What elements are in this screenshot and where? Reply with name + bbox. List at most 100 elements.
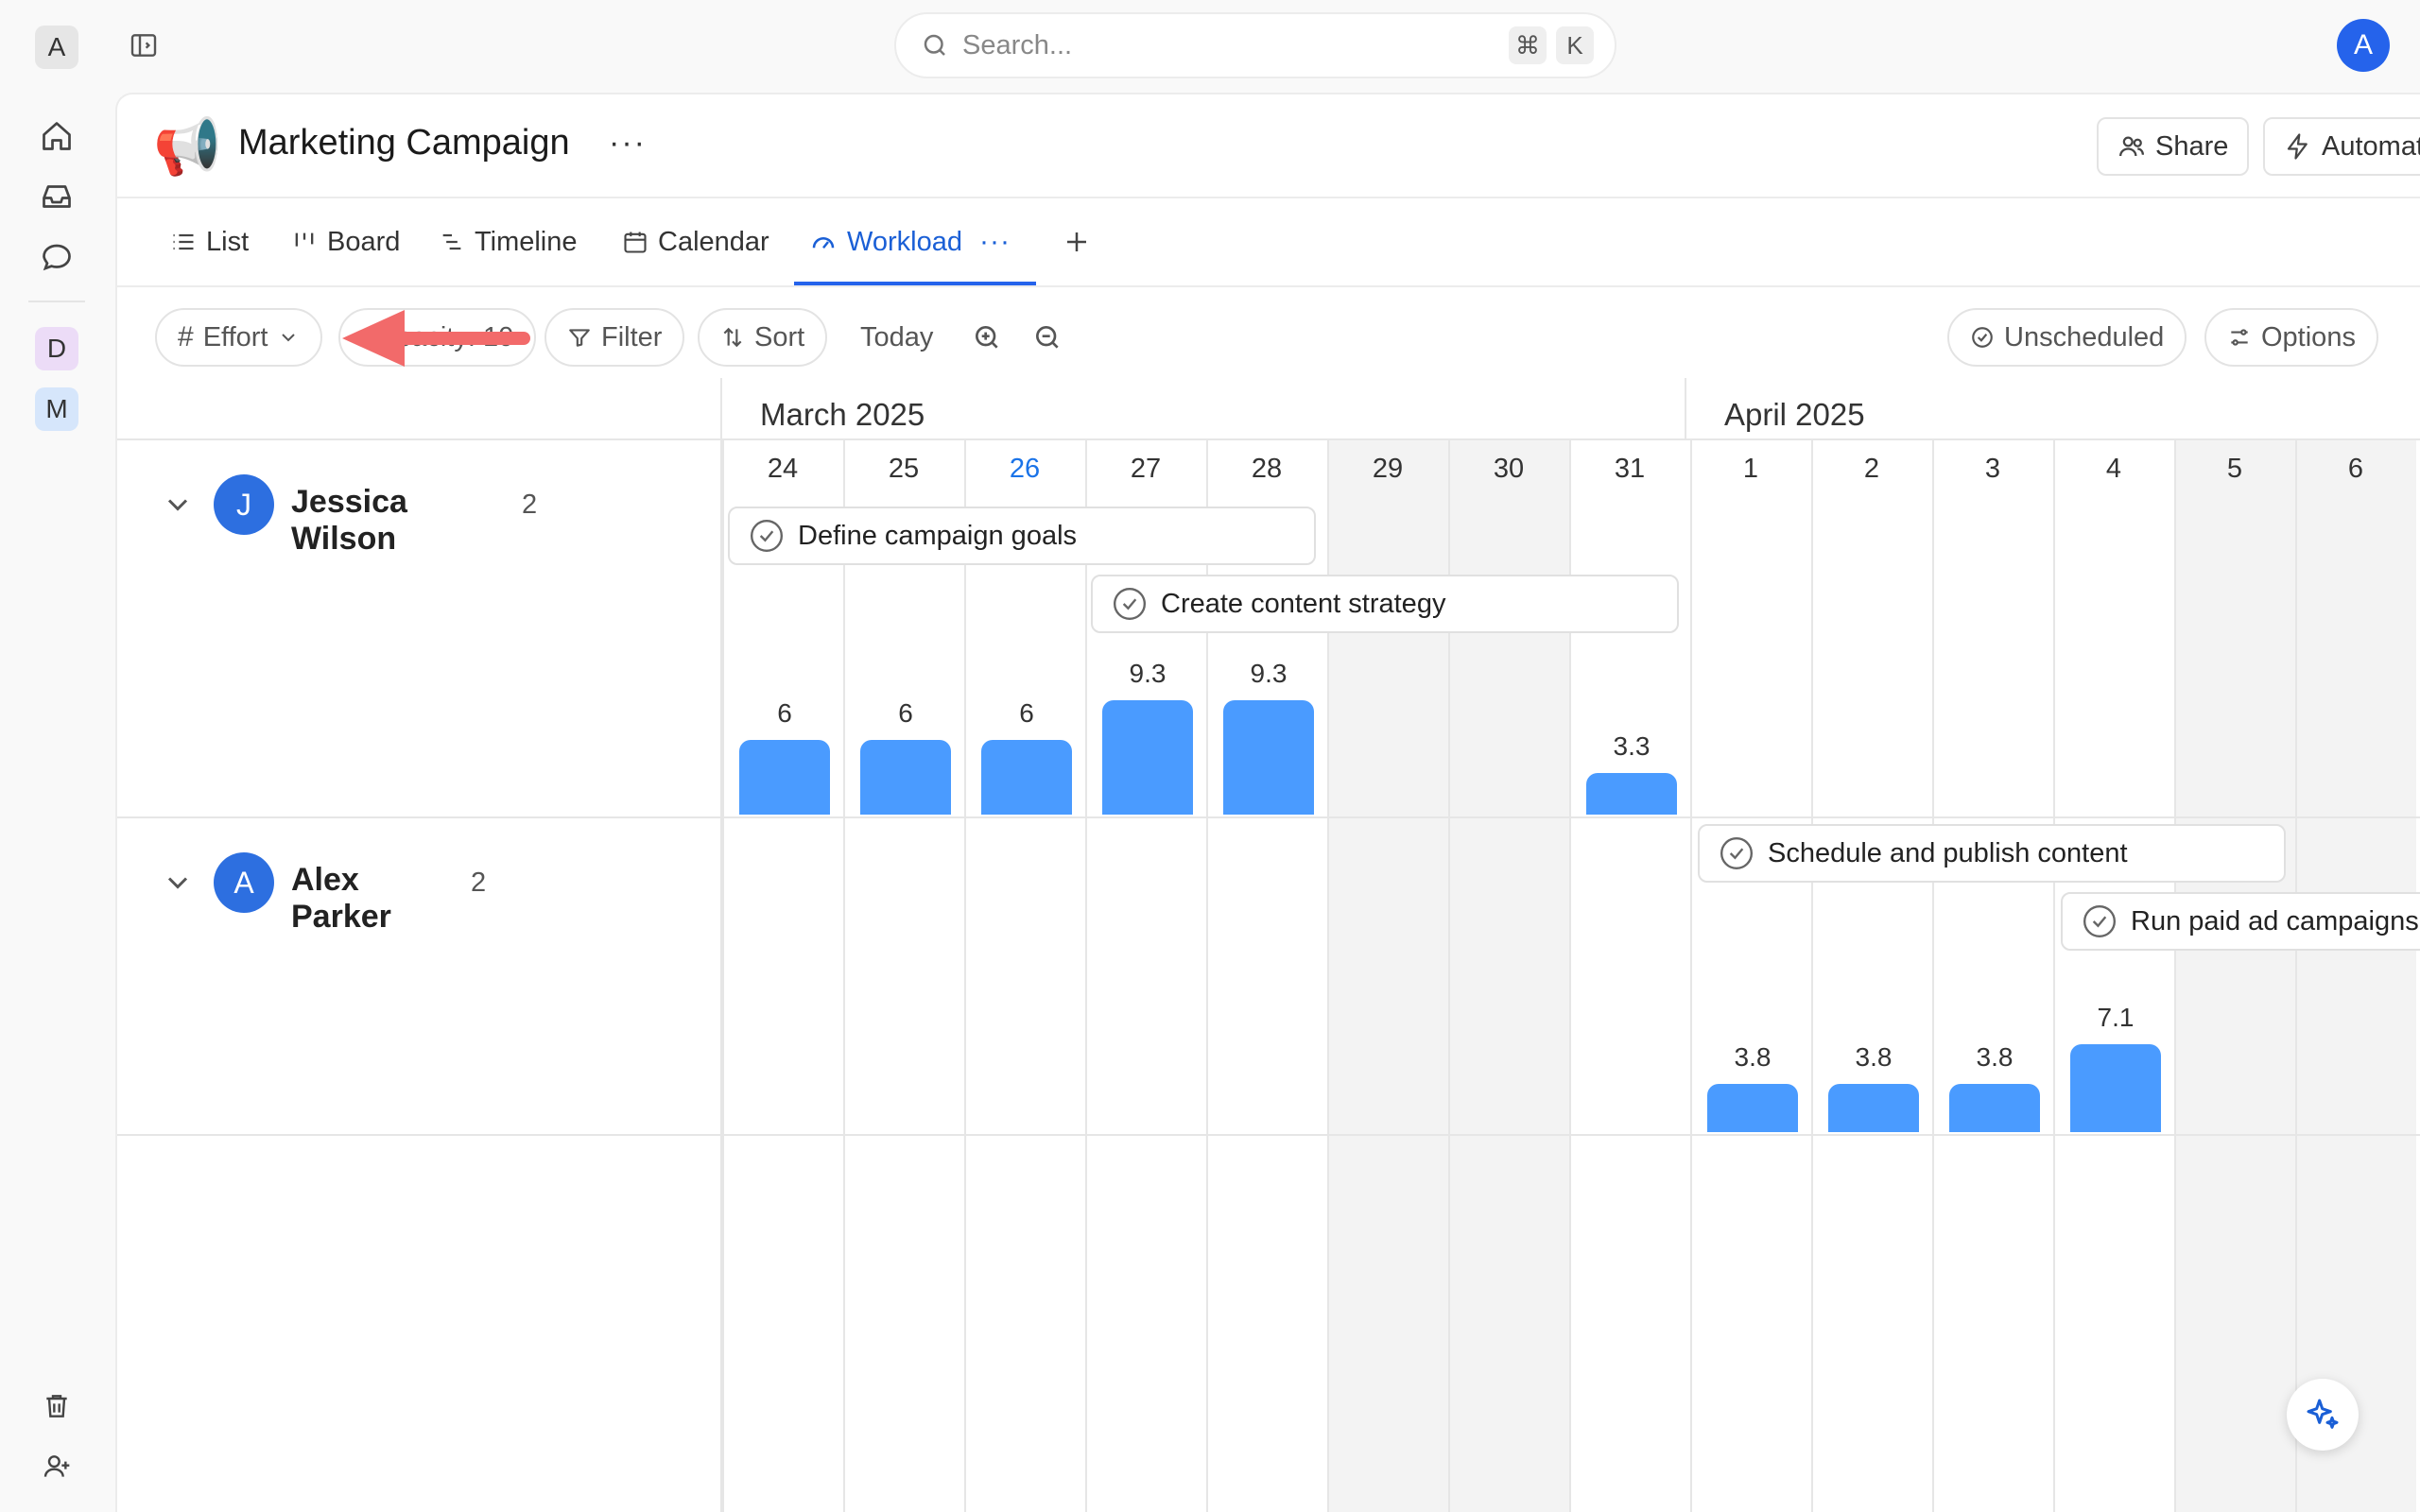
- check-circle-icon: [1113, 587, 1147, 621]
- workload-value: 3.3: [1613, 731, 1651, 761]
- project-header: 📢 Marketing Campaign ··· Share Automatio…: [117, 94, 2420, 198]
- hash-icon: #: [178, 321, 194, 352]
- zoom-in-icon[interactable]: [972, 308, 1002, 367]
- invite-user-icon[interactable]: [34, 1444, 79, 1489]
- page-title: Marketing Campaign: [238, 123, 570, 163]
- workload-bar[interactable]: [1102, 700, 1193, 815]
- task-chip[interactable]: Create content strategy: [1091, 575, 1679, 633]
- day-column: [964, 440, 1085, 1512]
- space-badge-d[interactable]: D: [35, 327, 78, 370]
- gauge-icon: [812, 237, 835, 249]
- tab-timeline-label: Timeline: [475, 226, 578, 257]
- user-avatar[interactable]: A: [2337, 19, 2390, 72]
- shortcut-k-key: K: [1556, 26, 1594, 64]
- workload-bar[interactable]: [1223, 700, 1314, 815]
- chevron-down-icon[interactable]: [161, 488, 195, 522]
- sidebar-toggle-icon[interactable]: [121, 23, 166, 68]
- avatar: J: [214, 474, 274, 535]
- day-number: 27: [1130, 454, 1162, 484]
- day-column: [843, 440, 964, 1512]
- day-number: 26: [1009, 454, 1041, 484]
- day-number: 5: [2226, 454, 2243, 484]
- effort-label: Effort: [202, 321, 268, 352]
- search-icon: [924, 34, 945, 56]
- workspace-badge[interactable]: A: [35, 26, 78, 69]
- inbox-icon[interactable]: [34, 174, 79, 219]
- zoom-out-icon[interactable]: [1032, 308, 1063, 367]
- workload-value: 3.8: [1976, 1042, 2014, 1072]
- workload-bar[interactable]: [1586, 773, 1677, 815]
- task-title: Create content strategy: [1161, 588, 1446, 619]
- avatar: A: [214, 852, 274, 913]
- workload-value: 9.3: [1129, 659, 1167, 688]
- tab-list[interactable]: List: [170, 198, 249, 285]
- effort-dropdown[interactable]: # Effort: [155, 308, 323, 367]
- chevron-down-icon[interactable]: [161, 866, 195, 900]
- day-column: [1932, 440, 2053, 1512]
- day-number: 2: [1863, 454, 1880, 484]
- workload-bar[interactable]: [739, 740, 830, 815]
- trash-icon[interactable]: [34, 1383, 79, 1429]
- sliders-icon: [2231, 329, 2248, 346]
- task-chip[interactable]: Define campaign goals: [728, 507, 1316, 565]
- home-icon[interactable]: [34, 113, 79, 159]
- share-button[interactable]: Share: [2097, 117, 2250, 176]
- options-button[interactable]: Options: [2204, 308, 2378, 367]
- unscheduled-label: Unscheduled: [2004, 321, 2165, 352]
- day-column: [722, 440, 843, 1512]
- users-icon: [2119, 136, 2144, 157]
- list-icon: [173, 233, 194, 250]
- workload-bar[interactable]: [2070, 1044, 2161, 1132]
- workload-value: 9.3: [1250, 659, 1288, 688]
- unscheduled-button[interactable]: Unscheduled: [1947, 308, 2187, 367]
- automations-button[interactable]: Automations: [2263, 117, 2420, 176]
- workload-value: 3.8: [1855, 1042, 1893, 1072]
- workload-bar[interactable]: [981, 740, 1072, 815]
- day-number: 4: [2105, 454, 2122, 484]
- task-chip[interactable]: Run paid ad campaigns: [2061, 892, 2420, 951]
- day-number: 28: [1251, 454, 1283, 484]
- day-number: 24: [767, 454, 799, 484]
- check-circle-icon: [1972, 327, 1993, 348]
- tab-calendar[interactable]: Calendar: [622, 198, 769, 285]
- task-chip[interactable]: Schedule and publish content: [1698, 824, 2286, 883]
- day-number: 30: [1493, 454, 1525, 484]
- chevron-down-icon: [282, 334, 296, 342]
- workload-grid: March 2025 April 2025 24 25 26 27 28 29 30 31 1 2…: [117, 378, 2420, 1512]
- month-label-march: March 2025: [760, 397, 925, 432]
- check-circle-icon: [1720, 836, 1754, 870]
- main-panel: 📢 Marketing Campaign ··· Share Automatio…: [115, 93, 2420, 1512]
- filter-label: Filter: [601, 321, 663, 352]
- project-more-button[interactable]: ···: [609, 125, 647, 162]
- chat-icon[interactable]: [34, 234, 79, 280]
- search-input[interactable]: Search... ⌘ K: [894, 12, 1616, 78]
- day-number: 3: [1984, 454, 2001, 484]
- megaphone-icon: 📢: [153, 116, 222, 178]
- tab-workload[interactable]: Workload ···: [809, 198, 1011, 285]
- sort-button[interactable]: Sort: [698, 308, 828, 367]
- today-button[interactable]: Today: [860, 308, 933, 367]
- left-rail: A D M: [0, 0, 113, 1512]
- view-tabs: List Board Timeline Calendar Workload ··…: [117, 198, 2420, 287]
- workload-bar[interactable]: [1949, 1084, 2040, 1132]
- month-label-april: April 2025: [1724, 397, 1865, 432]
- row-divider: [117, 816, 2420, 818]
- day-column: [1811, 440, 1932, 1512]
- rail-divider: [28, 301, 85, 302]
- workload-bar[interactable]: [1828, 1084, 1919, 1132]
- workload-bar[interactable]: [1707, 1084, 1798, 1132]
- workload-value: 3.8: [1734, 1042, 1772, 1072]
- filter-button[interactable]: Filter: [544, 308, 685, 367]
- plus-icon: [1067, 232, 1086, 251]
- tab-workload-more-button[interactable]: ···: [979, 226, 1011, 258]
- row-divider: [117, 1134, 2420, 1136]
- tab-timeline[interactable]: Timeline: [439, 198, 578, 285]
- workload-value: 6: [777, 698, 792, 728]
- workload-bar[interactable]: [860, 740, 951, 815]
- tab-calendar-label: Calendar: [658, 226, 769, 257]
- space-badge-m[interactable]: M: [35, 387, 78, 431]
- add-view-button[interactable]: [1063, 198, 1091, 285]
- ai-assistant-button[interactable]: [2287, 1379, 2359, 1451]
- tab-board[interactable]: Board: [291, 198, 400, 285]
- day-number: 1: [1742, 454, 1759, 484]
